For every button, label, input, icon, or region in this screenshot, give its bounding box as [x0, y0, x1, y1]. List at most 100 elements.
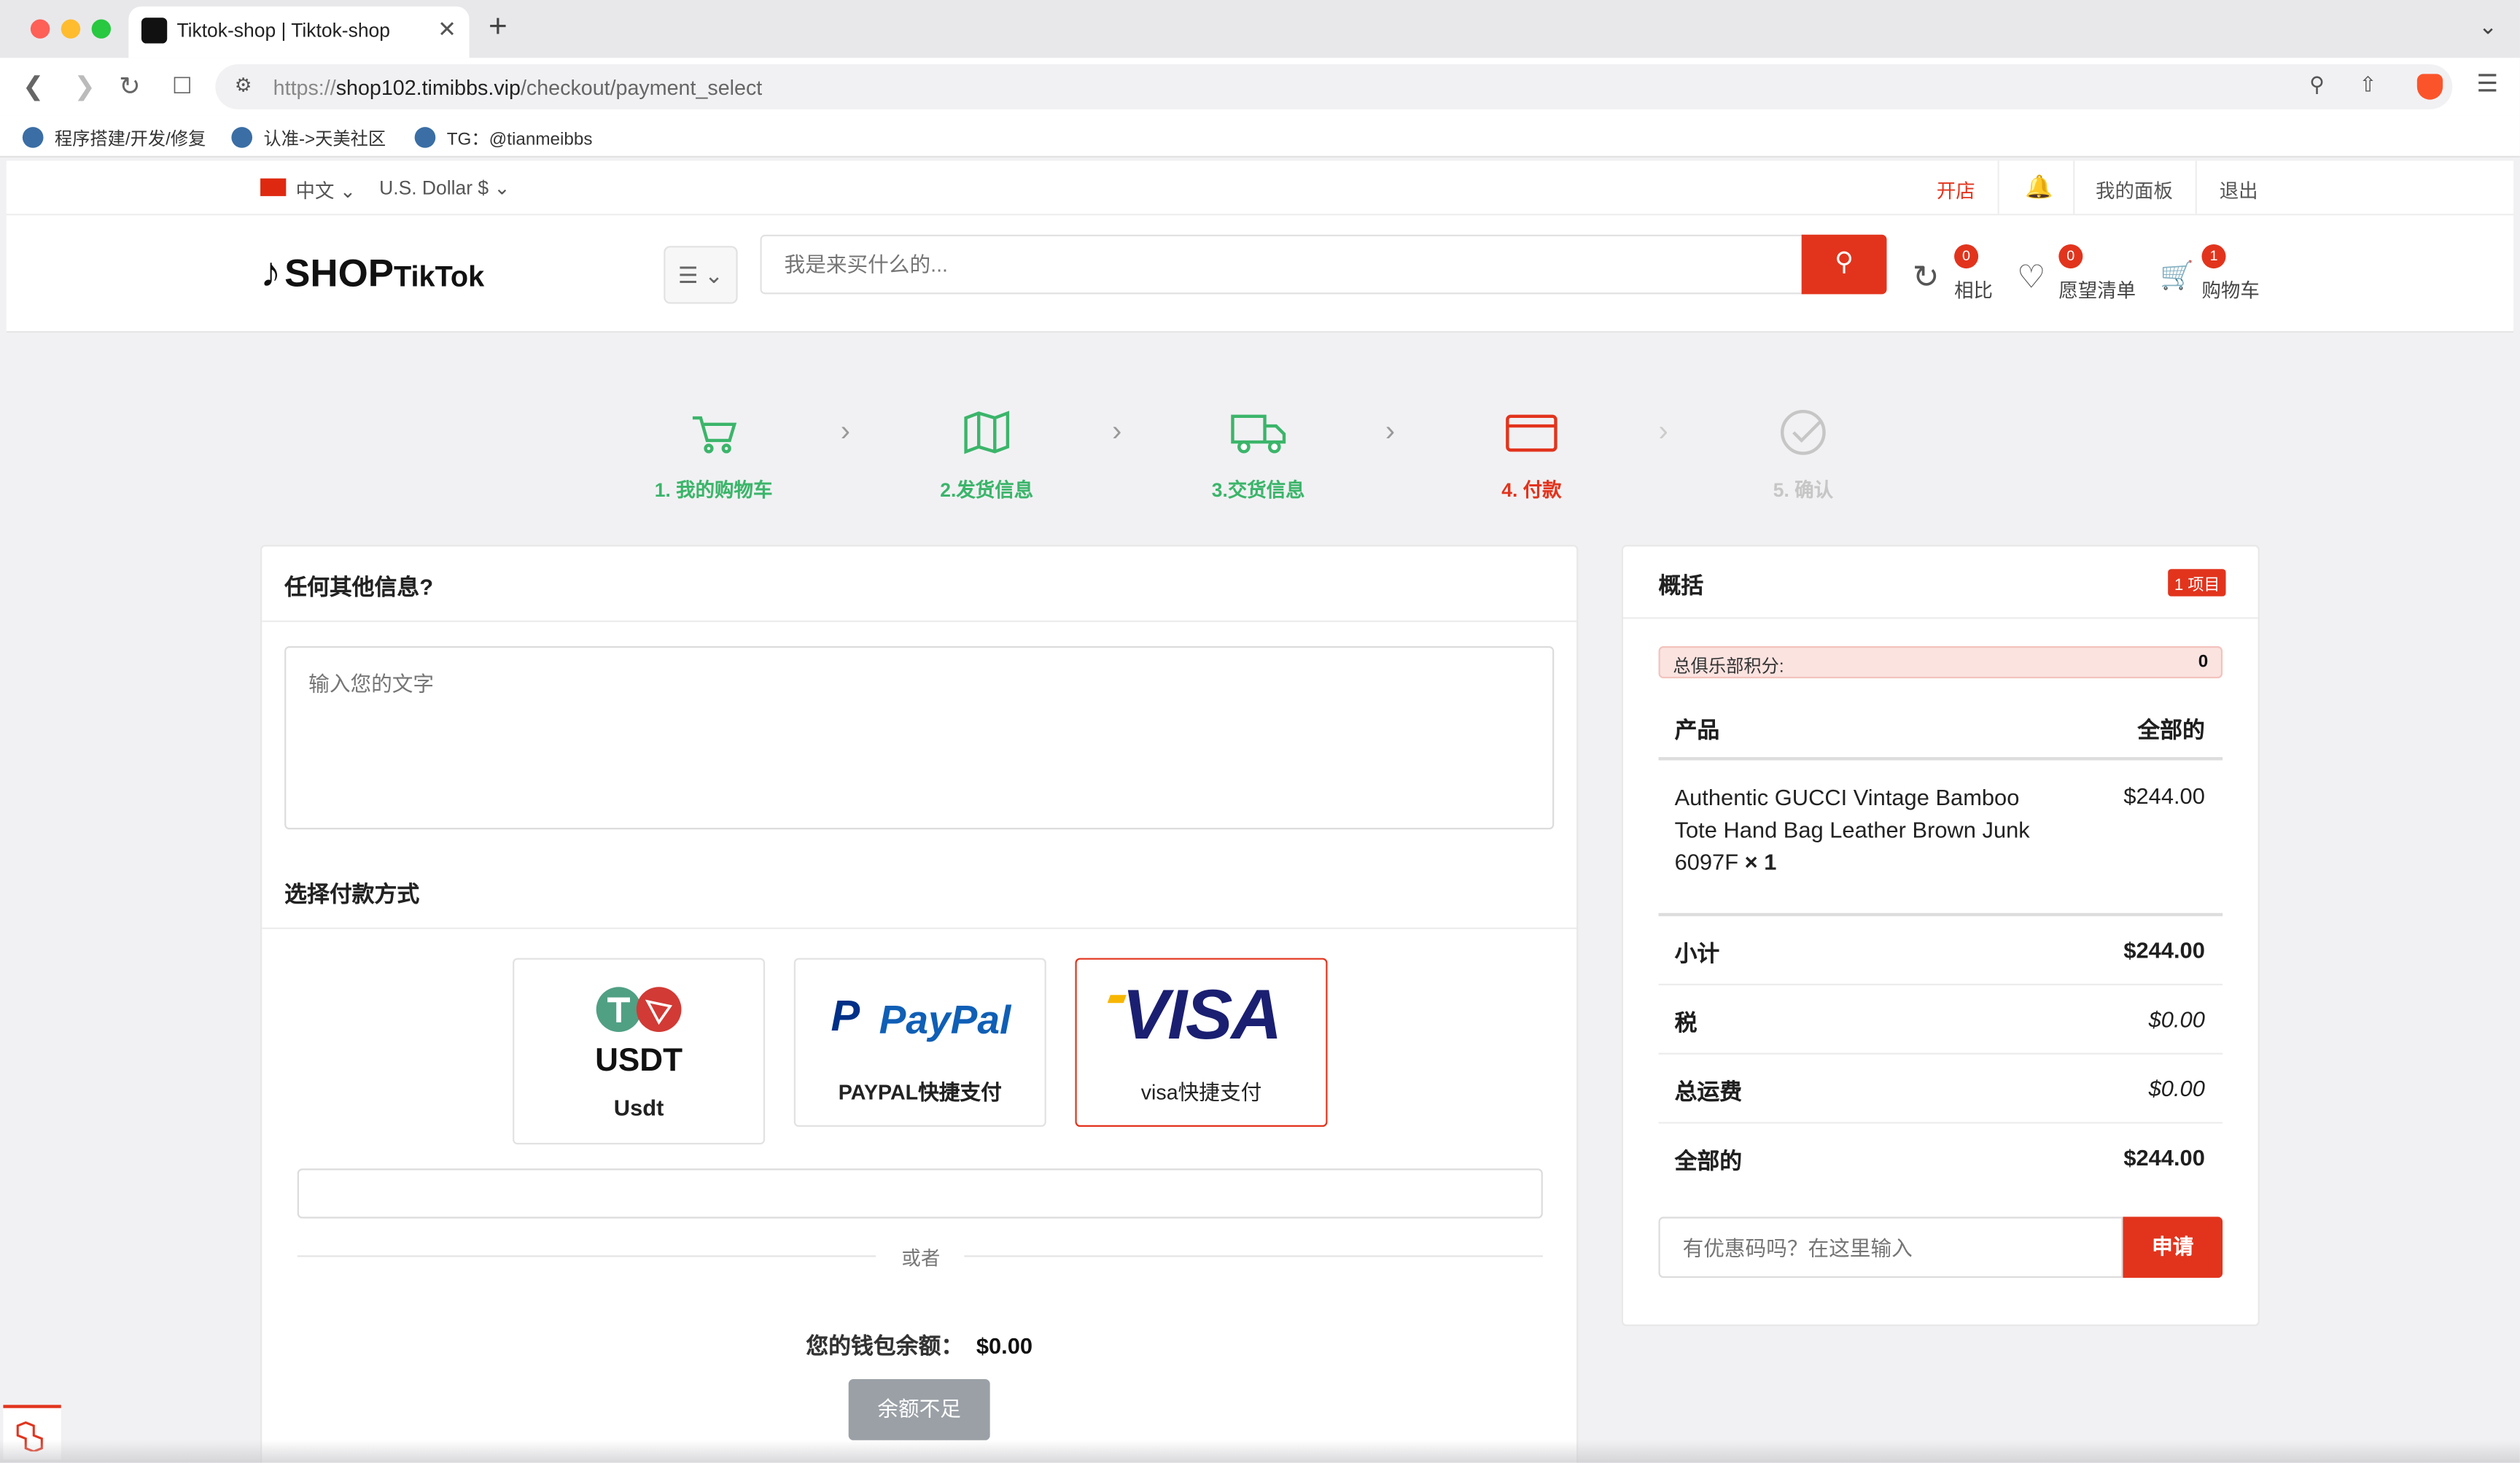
step-cart: 1. 我的购物车 — [625, 405, 801, 502]
language-select[interactable]: 中文 ⌄ — [296, 176, 356, 203]
paypal-logo-text: PayPal — [879, 998, 1011, 1044]
step-label: 5. 确认 — [1773, 478, 1834, 502]
apply-coupon-button[interactable]: 申请 — [2123, 1216, 2223, 1278]
currency-select[interactable]: U.S. Dollar $ ⌄ — [379, 176, 510, 199]
category-menu-button[interactable]: ☰ ⌄ — [664, 246, 738, 304]
step-delivery-info: 3.交货信息 — [1170, 405, 1347, 502]
search-icon: ⚲ — [1835, 249, 1854, 277]
cart-icon: 🛒 — [2160, 260, 2194, 291]
new-tab-button[interactable]: + — [489, 9, 508, 47]
heart-icon: ♡ — [2017, 260, 2046, 296]
menu-icon[interactable]: ☰ — [2476, 69, 2498, 98]
divider — [1658, 757, 2223, 761]
compare-refresh-icon: ↻ — [1912, 260, 1940, 296]
forward-icon[interactable]: ❯ — [74, 71, 96, 103]
credit-card-step-icon — [1506, 414, 1558, 452]
divider — [1997, 160, 1999, 216]
product-price: $244.00 — [2123, 783, 2205, 809]
step-shipping-info: 2.发货信息 — [898, 405, 1075, 502]
divider — [262, 927, 1577, 929]
url-text[interactable]: https://shop102.timibbs.vip/checkout/pay… — [273, 76, 763, 100]
or-separator: 或者 — [901, 1247, 941, 1270]
subtotal-row: 小计 $244.00 — [1674, 936, 2205, 966]
divider — [2073, 160, 2075, 216]
insufficient-balance-button[interactable]: 余额不足 — [848, 1379, 990, 1440]
payment-details-box[interactable] — [297, 1168, 1543, 1219]
payment-option-label: PAYPAL快捷支付 — [838, 1080, 1002, 1105]
reload-icon[interactable]: ↻ — [119, 71, 141, 103]
cart-product-row: Authentic GUCCI Vintage Bamboo Tote Hand… — [1675, 781, 2061, 877]
bookmark-icon[interactable]: ☐ — [172, 72, 192, 99]
window-zoom-button[interactable] — [91, 19, 112, 39]
web-page: 中文 ⌄ U.S. Dollar $ ⌄ 开店 🔔 我的面板 退出 ♪ SHOPT… — [6, 160, 2514, 1463]
window-close-button[interactable] — [30, 19, 50, 39]
password-key-icon[interactable]: ⚲ — [2309, 72, 2325, 98]
step-confirm: 5. 确认 — [1715, 405, 1891, 502]
divider — [2195, 160, 2197, 216]
divider — [1623, 617, 2258, 619]
divider — [964, 1255, 1543, 1257]
divider — [1658, 912, 2223, 917]
site-settings-icon[interactable]: ⚙ — [235, 74, 252, 96]
bookmark-item[interactable]: 认准->天美社区 — [231, 125, 386, 151]
summary-title: 概括 — [1658, 572, 1704, 598]
step-chevron-icon: › — [840, 414, 850, 447]
payment-option-visa[interactable]: VISA visa快捷支付 — [1075, 958, 1328, 1128]
tab-list-chevron-icon[interactable]: ⌄ — [2478, 13, 2497, 40]
step-label: 1. 我的购物车 — [654, 478, 773, 502]
tab-close-icon[interactable]: ✕ — [438, 16, 456, 43]
brave-shield-icon[interactable] — [2416, 74, 2443, 100]
visa-gold-accent — [1107, 995, 1127, 1004]
share-icon[interactable]: ⇧ — [2359, 72, 2376, 98]
step-label: 4. 付款 — [1501, 478, 1562, 502]
step-chevron-icon: › — [1112, 414, 1122, 447]
bookmark-item[interactable]: TG：@tianmeibbs — [414, 125, 592, 151]
order-summary-card: 概括 1 项目 总俱乐部积分: 0 产品 全部的 Authentic GUCCI… — [1621, 545, 2260, 1327]
additional-info-textarea[interactable] — [284, 646, 1555, 830]
compare-label: 相比 — [1954, 279, 1993, 303]
open-shop-link[interactable]: 开店 — [1937, 176, 1975, 203]
usdt-tron-logo-icon — [596, 987, 682, 1032]
dashboard-link[interactable]: 我的面板 — [2096, 176, 2173, 203]
step-chevron-icon: › — [1658, 414, 1668, 447]
browser-tab[interactable]: Tiktok-shop | Tiktok-shop ✕ — [128, 6, 470, 58]
site-header: ♪SHOPTikTok ☰ ⌄ ⚲ ↻ 0 相比 ♡ 0 愿望清单 🛒 1 购物… — [6, 215, 2514, 333]
divider — [1658, 983, 2223, 986]
logout-link[interactable]: 退出 — [2220, 176, 2258, 203]
tiktok-note-icon: ♪ — [260, 247, 281, 296]
bookmark-favicon-icon — [414, 127, 436, 148]
check-circle-step-icon — [1781, 410, 1826, 455]
page-bottom-shadow — [0, 1440, 2520, 1463]
cart-count-badge: 1 — [2201, 244, 2226, 269]
paypal-logo-icon: P — [831, 991, 860, 1040]
wishlist-label: 愿望清单 — [2058, 279, 2136, 303]
club-points-value: 0 — [2198, 652, 2209, 672]
wallet-balance: 您的钱包余额： $0.00 — [806, 1332, 1033, 1359]
usdt-logo-text: USDT — [595, 1043, 683, 1079]
summary-table-header: 产品 全部的 — [1674, 716, 2205, 743]
wallet-amount: $0.00 — [976, 1332, 1033, 1359]
window-minimize-button[interactable] — [61, 19, 81, 39]
coupon-code-input[interactable] — [1658, 1216, 2123, 1278]
payment-option-paypal[interactable]: P PayPal PAYPAL快捷支付 — [793, 958, 1046, 1128]
site-logo[interactable]: ♪ SHOPTikTok — [260, 247, 484, 297]
step-payment: 4. 付款 — [1443, 405, 1619, 502]
map-step-icon — [964, 411, 1010, 454]
additional-info-title: 任何其他信息? — [284, 573, 434, 600]
search-button[interactable]: ⚲ — [1801, 234, 1887, 295]
tiktok-favicon-icon — [141, 18, 168, 44]
tax-row: 税 $0.00 — [1674, 1006, 2205, 1036]
total-row: 全部的 $244.00 — [1674, 1144, 2205, 1173]
top-utility-bar: 中文 ⌄ U.S. Dollar $ ⌄ 开店 🔔 我的面板 退出 — [6, 160, 2514, 216]
checkout-card: 任何其他信息? 选择付款方式 USDT Usdt P PayPal — [260, 545, 1579, 1463]
back-icon[interactable]: ❮ — [23, 71, 44, 103]
divider — [1658, 1052, 2223, 1055]
step-chevron-icon: › — [1385, 414, 1396, 447]
bookmark-item[interactable]: 程序搭建/开发/修复 — [22, 125, 206, 151]
payment-option-usdt[interactable]: USDT Usdt — [513, 958, 766, 1145]
notification-bell-icon[interactable]: 🔔 — [2025, 174, 2053, 201]
search-input[interactable] — [760, 234, 1805, 295]
payment-method-title: 选择付款方式 — [284, 880, 420, 907]
address-bar[interactable]: ⚙ https://shop102.timibbs.vip/checkout/p… — [215, 64, 2453, 109]
wishlist-count-badge: 0 — [2058, 244, 2083, 269]
